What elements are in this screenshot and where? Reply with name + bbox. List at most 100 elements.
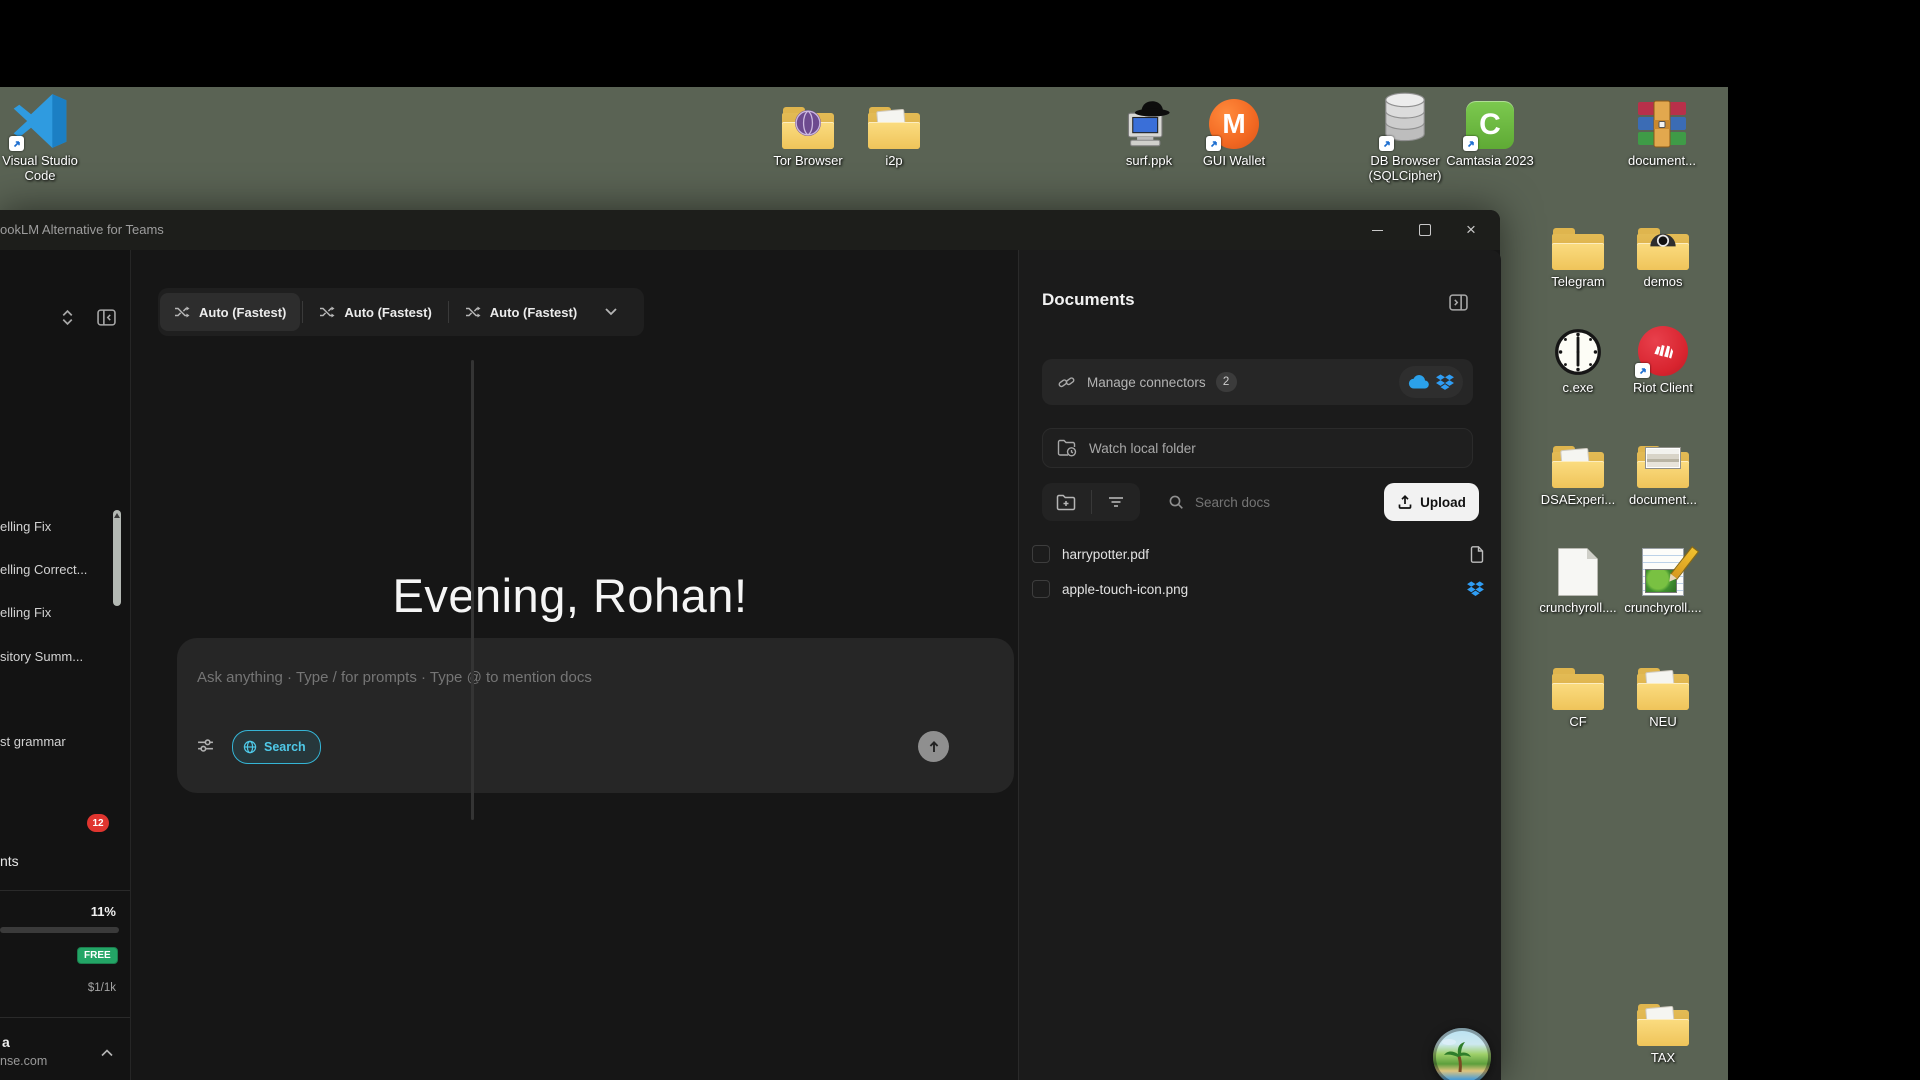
desktop-icon-label: crunchyroll.... (1624, 600, 1701, 615)
desktop-icon-telegram[interactable]: Telegram (1530, 212, 1626, 289)
sort-conversations-button[interactable] (56, 306, 78, 328)
folder-webcam-icon (1637, 212, 1689, 270)
globe-island-widget[interactable] (1433, 1028, 1491, 1080)
chat-input[interactable] (195, 668, 899, 687)
shortcut-arrow-icon (1206, 136, 1221, 151)
desktop-icon-c-exe[interactable]: c.exe (1530, 318, 1626, 395)
desktop-icon-neu[interactable]: NEU (1615, 652, 1711, 729)
folder-paper-icon (868, 91, 920, 149)
desktop-icon-crunchyroll-file[interactable]: crunchyroll.... (1530, 538, 1626, 615)
file-checkbox[interactable] (1032, 545, 1050, 563)
folder-paper-icon (1637, 652, 1689, 710)
conversation-item[interactable]: elling Fix (0, 605, 51, 620)
minimize-button[interactable] (1354, 210, 1400, 250)
collapse-sidebar-button[interactable] (94, 306, 118, 328)
collapse-documents-panel-button[interactable] (1446, 292, 1470, 312)
desktop-icon-gui-wallet[interactable]: M GUI Wallet (1186, 91, 1282, 168)
conversation-item[interactable]: elling Fix (0, 519, 51, 534)
sliders-icon (197, 738, 214, 753)
documents-scrollbar[interactable] (471, 360, 474, 820)
desktop-icon-label: Camtasia 2023 (1446, 153, 1533, 168)
user-name[interactable]: a (2, 1034, 10, 1050)
search-docs-field[interactable] (1156, 483, 1404, 521)
desktop-icon-demos[interactable]: demos (1615, 212, 1711, 289)
documents-toolbar-group (1042, 483, 1140, 521)
conversation-item[interactable]: st grammar (0, 734, 66, 749)
desktop-icon-crunchyroll-note[interactable]: crunchyroll.... (1615, 538, 1711, 615)
notification-badge: 12 (87, 814, 109, 832)
model-option-3[interactable]: Auto (Fastest) (451, 293, 591, 331)
close-button[interactable]: × (1448, 210, 1494, 250)
desktop-icon-tax[interactable]: TAX (1615, 988, 1711, 1065)
conversation-item[interactable]: sitory Summ... (0, 649, 83, 664)
file-name: harrypotter.pdf (1062, 547, 1458, 562)
desktop-icon-cf[interactable]: CF (1530, 652, 1626, 729)
minimize-icon (1372, 230, 1383, 231)
desktop-icon-visual-studio-code[interactable]: Visual Studio Code (0, 91, 88, 183)
connector-service-icons (1399, 366, 1463, 398)
notepad-icon (1642, 538, 1684, 596)
desktop-icon-label: document... (1628, 153, 1696, 168)
folder-paper-icon (1637, 988, 1689, 1046)
manage-connectors-button[interactable]: Manage connectors 2 (1042, 359, 1473, 405)
model-dropdown-toggle[interactable] (605, 308, 617, 316)
desktop-icon-label: demos (1643, 274, 1682, 289)
send-button[interactable] (918, 731, 949, 762)
tune-settings-button[interactable] (197, 738, 214, 758)
maximize-button[interactable] (1402, 210, 1448, 250)
desktop-icon-label: GUI Wallet (1203, 153, 1265, 168)
file-row[interactable]: apple-touch-icon.png (1032, 571, 1484, 607)
connector-count-badge: 2 (1216, 372, 1237, 392)
sidebar-scrollbar[interactable] (113, 510, 121, 606)
greeting-text: Evening, Rohan! (150, 568, 990, 623)
upload-button[interactable]: Upload (1384, 483, 1479, 521)
user-menu-toggle[interactable] (98, 1046, 116, 1060)
watch-local-folder-button[interactable]: Watch local folder (1042, 428, 1473, 468)
folder-icon (1552, 652, 1604, 710)
file-checkbox[interactable] (1032, 580, 1050, 598)
chevron-up-icon (101, 1049, 113, 1057)
desktop-icon-label: i2p (885, 153, 902, 168)
model-option-1[interactable]: Auto (Fastest) (160, 293, 300, 331)
manage-connectors-label: Manage connectors (1087, 375, 1206, 390)
desktop-icon-camtasia[interactable]: C Camtasia 2023 (1442, 91, 1538, 168)
file-row[interactable]: harrypotter.pdf (1032, 536, 1484, 572)
web-search-toggle[interactable]: Search (232, 730, 321, 764)
desktop-icon-document-archive[interactable]: document... (1614, 91, 1710, 168)
web-search-label: Search (264, 740, 306, 754)
search-docs-input[interactable] (1193, 494, 1347, 511)
clock-icon (1554, 318, 1602, 376)
shortcut-arrow-icon (1379, 136, 1394, 151)
model-option-2[interactable]: Auto (Fastest) (305, 293, 445, 331)
new-folder-button[interactable] (1042, 494, 1091, 511)
camtasia-icon: C (1466, 91, 1514, 149)
window-titlebar[interactable]: ookLM Alternative for Teams × (0, 210, 1500, 250)
desktop-icon-surf-ppk[interactable]: surf.ppk (1101, 91, 1197, 168)
app-window: ookLM Alternative for Teams × elling Fix… (0, 210, 1500, 1080)
model-label: Auto (Fastest) (199, 305, 286, 320)
close-icon: × (1466, 220, 1476, 240)
folder-icon (1552, 212, 1604, 270)
folder-plus-icon (1056, 494, 1076, 511)
putty-icon (1123, 91, 1175, 149)
desktop-icon-db-browser[interactable]: DB Browser (SQLCipher) (1357, 91, 1453, 183)
conversation-item[interactable]: elling Correct... (0, 562, 87, 577)
sidebar-item-truncated[interactable]: nts (0, 853, 19, 869)
desktop-icon-i2p[interactable]: i2p (846, 91, 942, 168)
sidebar-divider (0, 1017, 130, 1018)
sort-icon (61, 309, 74, 326)
model-selector[interactable]: Auto (Fastest) Auto (Fastest) Auto (Fast… (158, 288, 644, 336)
filter-icon (1108, 496, 1124, 508)
chat-input-box[interactable]: Search (177, 638, 1014, 793)
search-icon (1168, 494, 1184, 510)
desktop-icon-tor-browser[interactable]: Tor Browser (760, 91, 856, 168)
desktop-icon-document-folder[interactable]: document... (1615, 430, 1711, 507)
model-label: Auto (Fastest) (344, 305, 431, 320)
shuffle-icon (319, 304, 335, 320)
desktop-icon-label: surf.ppk (1126, 153, 1172, 168)
desktop-icon-label: Visual Studio Code (0, 153, 88, 183)
filter-button[interactable] (1092, 496, 1141, 508)
desktop-icon-riot-client[interactable]: Riot Client (1615, 318, 1711, 395)
desktop-icon-label: document... (1629, 492, 1697, 507)
desktop-icon-dsaexperiments[interactable]: DSAExperi... (1530, 430, 1626, 507)
